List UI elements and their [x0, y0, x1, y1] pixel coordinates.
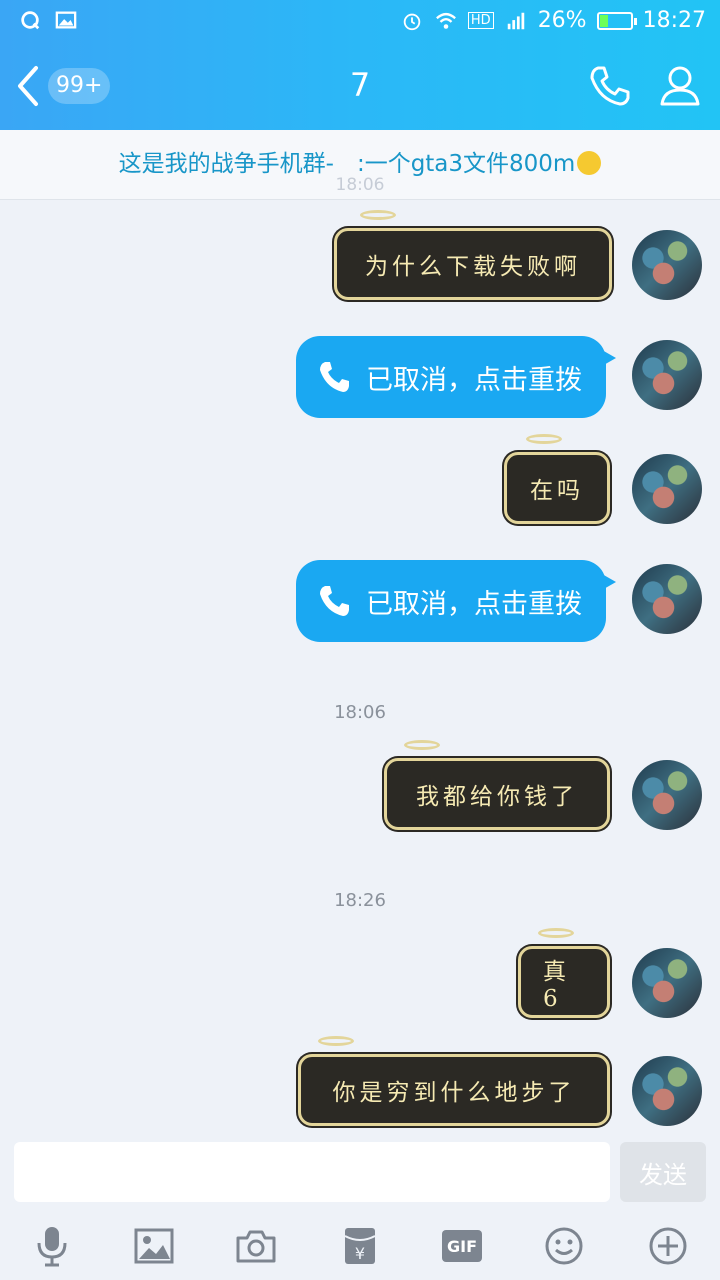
- gif-button[interactable]: GIF: [442, 1226, 482, 1266]
- call-status-text: 已取消，点击重拨: [366, 364, 582, 396]
- halo-decoration: [404, 740, 440, 750]
- message-bubble[interactable]: 为什么下载失败啊: [334, 210, 612, 300]
- message-text: 我都给你钱了: [416, 784, 578, 810]
- image-button[interactable]: [134, 1226, 174, 1266]
- gif-icon: GIF: [442, 1230, 482, 1262]
- phone-icon: [320, 586, 349, 616]
- avatar[interactable]: [632, 230, 702, 300]
- halo-decoration: [318, 1036, 354, 1046]
- timestamp: 18:26: [334, 890, 386, 911]
- composer-toolbar: ¥ GIF: [0, 1218, 720, 1274]
- halo-decoration: [360, 210, 396, 220]
- signal-icon: [507, 12, 524, 29]
- alarm-icon: [403, 13, 421, 30]
- battery-icon: [596, 11, 637, 30]
- call-bubble[interactable]: 已取消，点击重拨: [296, 336, 616, 418]
- send-button[interactable]: 发送: [620, 1142, 706, 1202]
- avatar[interactable]: [632, 564, 702, 634]
- emoji-button[interactable]: [544, 1226, 584, 1266]
- timestamp: 18:06: [334, 702, 386, 723]
- grin-emoji-icon: [577, 150, 602, 175]
- gallery-notification-icon: [55, 11, 77, 29]
- call-status-text: 已取消，点击重拨: [366, 588, 582, 620]
- message-text: 你是穷到什么地步了: [332, 1080, 576, 1106]
- composer: 发送 ¥ GIF: [0, 1138, 720, 1280]
- camera-icon: [236, 1230, 276, 1263]
- avatar[interactable]: [632, 340, 702, 410]
- wifi-icon: [435, 12, 456, 29]
- svg-text:¥: ¥: [355, 1244, 365, 1263]
- qq-notification-icon: [21, 11, 40, 30]
- red-packet-button[interactable]: ¥: [340, 1226, 380, 1266]
- profile-icon[interactable]: [658, 64, 702, 108]
- avatar[interactable]: [632, 948, 702, 1018]
- notice-text: 这是我的战争手机群- :一个gta3文件800m: [118, 151, 576, 177]
- more-button[interactable]: [648, 1226, 688, 1266]
- avatar[interactable]: [632, 1056, 702, 1126]
- emoji-icon: [545, 1227, 583, 1265]
- message-text: 在吗: [530, 478, 584, 504]
- message-input[interactable]: [14, 1142, 610, 1202]
- phone-icon: [320, 362, 349, 392]
- phone-call-icon[interactable]: [588, 64, 632, 108]
- microphone-icon: [37, 1227, 67, 1267]
- network-type: HD: [467, 12, 494, 29]
- camera-button[interactable]: [236, 1226, 276, 1266]
- message-bubble[interactable]: 我都给你钱了: [384, 740, 610, 830]
- status-bar: HD 26% 18:27: [0, 0, 720, 42]
- message-bubble[interactable]: 你是穷到什么地步了: [298, 1036, 610, 1126]
- message-text: 为什么下载失败啊: [365, 254, 581, 280]
- image-icon: [134, 1228, 174, 1264]
- message-bubble[interactable]: 真6: [518, 928, 610, 1018]
- avatar[interactable]: [632, 454, 702, 524]
- voice-button[interactable]: [32, 1226, 72, 1267]
- halo-decoration: [526, 434, 562, 444]
- halo-decoration: [538, 928, 574, 938]
- message-bubble[interactable]: 在吗: [504, 434, 610, 524]
- top-bar: HD 26% 18:27 99+ 7: [0, 0, 720, 130]
- title-bar: 99+ 7: [0, 42, 720, 130]
- battery-percent: 26%: [537, 8, 587, 33]
- call-bubble[interactable]: 已取消，点击重拨: [296, 560, 616, 642]
- clock: 18:27: [642, 8, 706, 33]
- faded-timestamp: 18:06: [335, 175, 385, 195]
- avatar[interactable]: [632, 760, 702, 830]
- message-text: 真6: [543, 959, 570, 1012]
- red-packet-icon: ¥: [344, 1228, 376, 1264]
- plus-icon: [649, 1227, 687, 1265]
